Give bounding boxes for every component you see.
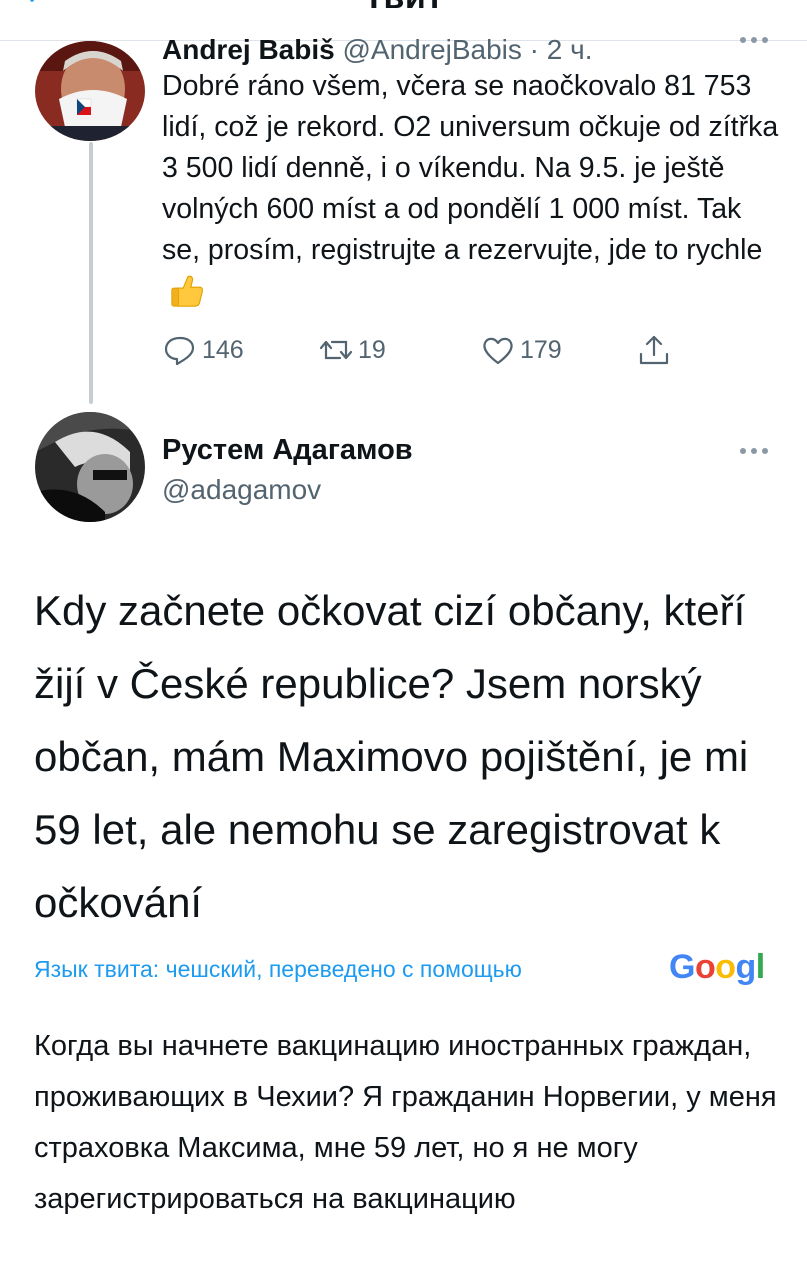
tweet-body: Dobré ráno všem, včera se naočkovalo 81 … bbox=[162, 70, 779, 266]
reply-author-avatar[interactable] bbox=[35, 412, 145, 522]
translation-label[interactable]: Язык твита: чешский, переведено с помощь… bbox=[34, 956, 522, 983]
translated-text: Когда вы начнете вакцинацию иностранных … bbox=[34, 1030, 777, 1215]
retweet-button[interactable]: 19 bbox=[318, 330, 386, 370]
reply-author-handle[interactable]: @adagamov bbox=[162, 474, 321, 506]
like-button[interactable]: 179 bbox=[480, 330, 562, 370]
tweet-actions: 146 19 179 bbox=[162, 330, 782, 370]
heart-icon bbox=[483, 337, 513, 365]
more-options-icon[interactable] bbox=[736, 30, 772, 50]
author-avatar[interactable] bbox=[35, 41, 145, 141]
like-count: 179 bbox=[520, 335, 562, 364]
thumbs-up-icon bbox=[171, 275, 204, 307]
retweet-icon bbox=[319, 340, 353, 360]
author-handle-and-time[interactable]: @AndrejBabis · 2 ч. bbox=[335, 34, 592, 65]
share-icon bbox=[639, 335, 669, 365]
thread-connector-line bbox=[89, 142, 93, 404]
parent-tweet-text: Dobré ráno všem, včera se naočkovalo 81 … bbox=[162, 66, 782, 313]
reply-author-name[interactable]: Рустем Адагамов bbox=[162, 434, 413, 467]
google-logo: Googl bbox=[669, 948, 765, 986]
parent-tweet-header: Andrej Babiš @AndrejBabis · 2 ч. bbox=[162, 34, 593, 66]
author-name[interactable]: Andrej Babiš bbox=[162, 34, 335, 65]
page-title: Твит bbox=[0, 0, 807, 17]
retweet-count: 19 bbox=[358, 335, 386, 364]
reply-icon bbox=[164, 336, 195, 366]
reply-count: 146 bbox=[202, 335, 244, 364]
share-button[interactable] bbox=[636, 330, 676, 370]
more-options-icon[interactable] bbox=[736, 441, 772, 461]
reply-button[interactable]: 146 bbox=[162, 330, 244, 370]
reply-tweet-text: Kdy začnete očkovat cizí občany, kteří ž… bbox=[34, 587, 749, 926]
